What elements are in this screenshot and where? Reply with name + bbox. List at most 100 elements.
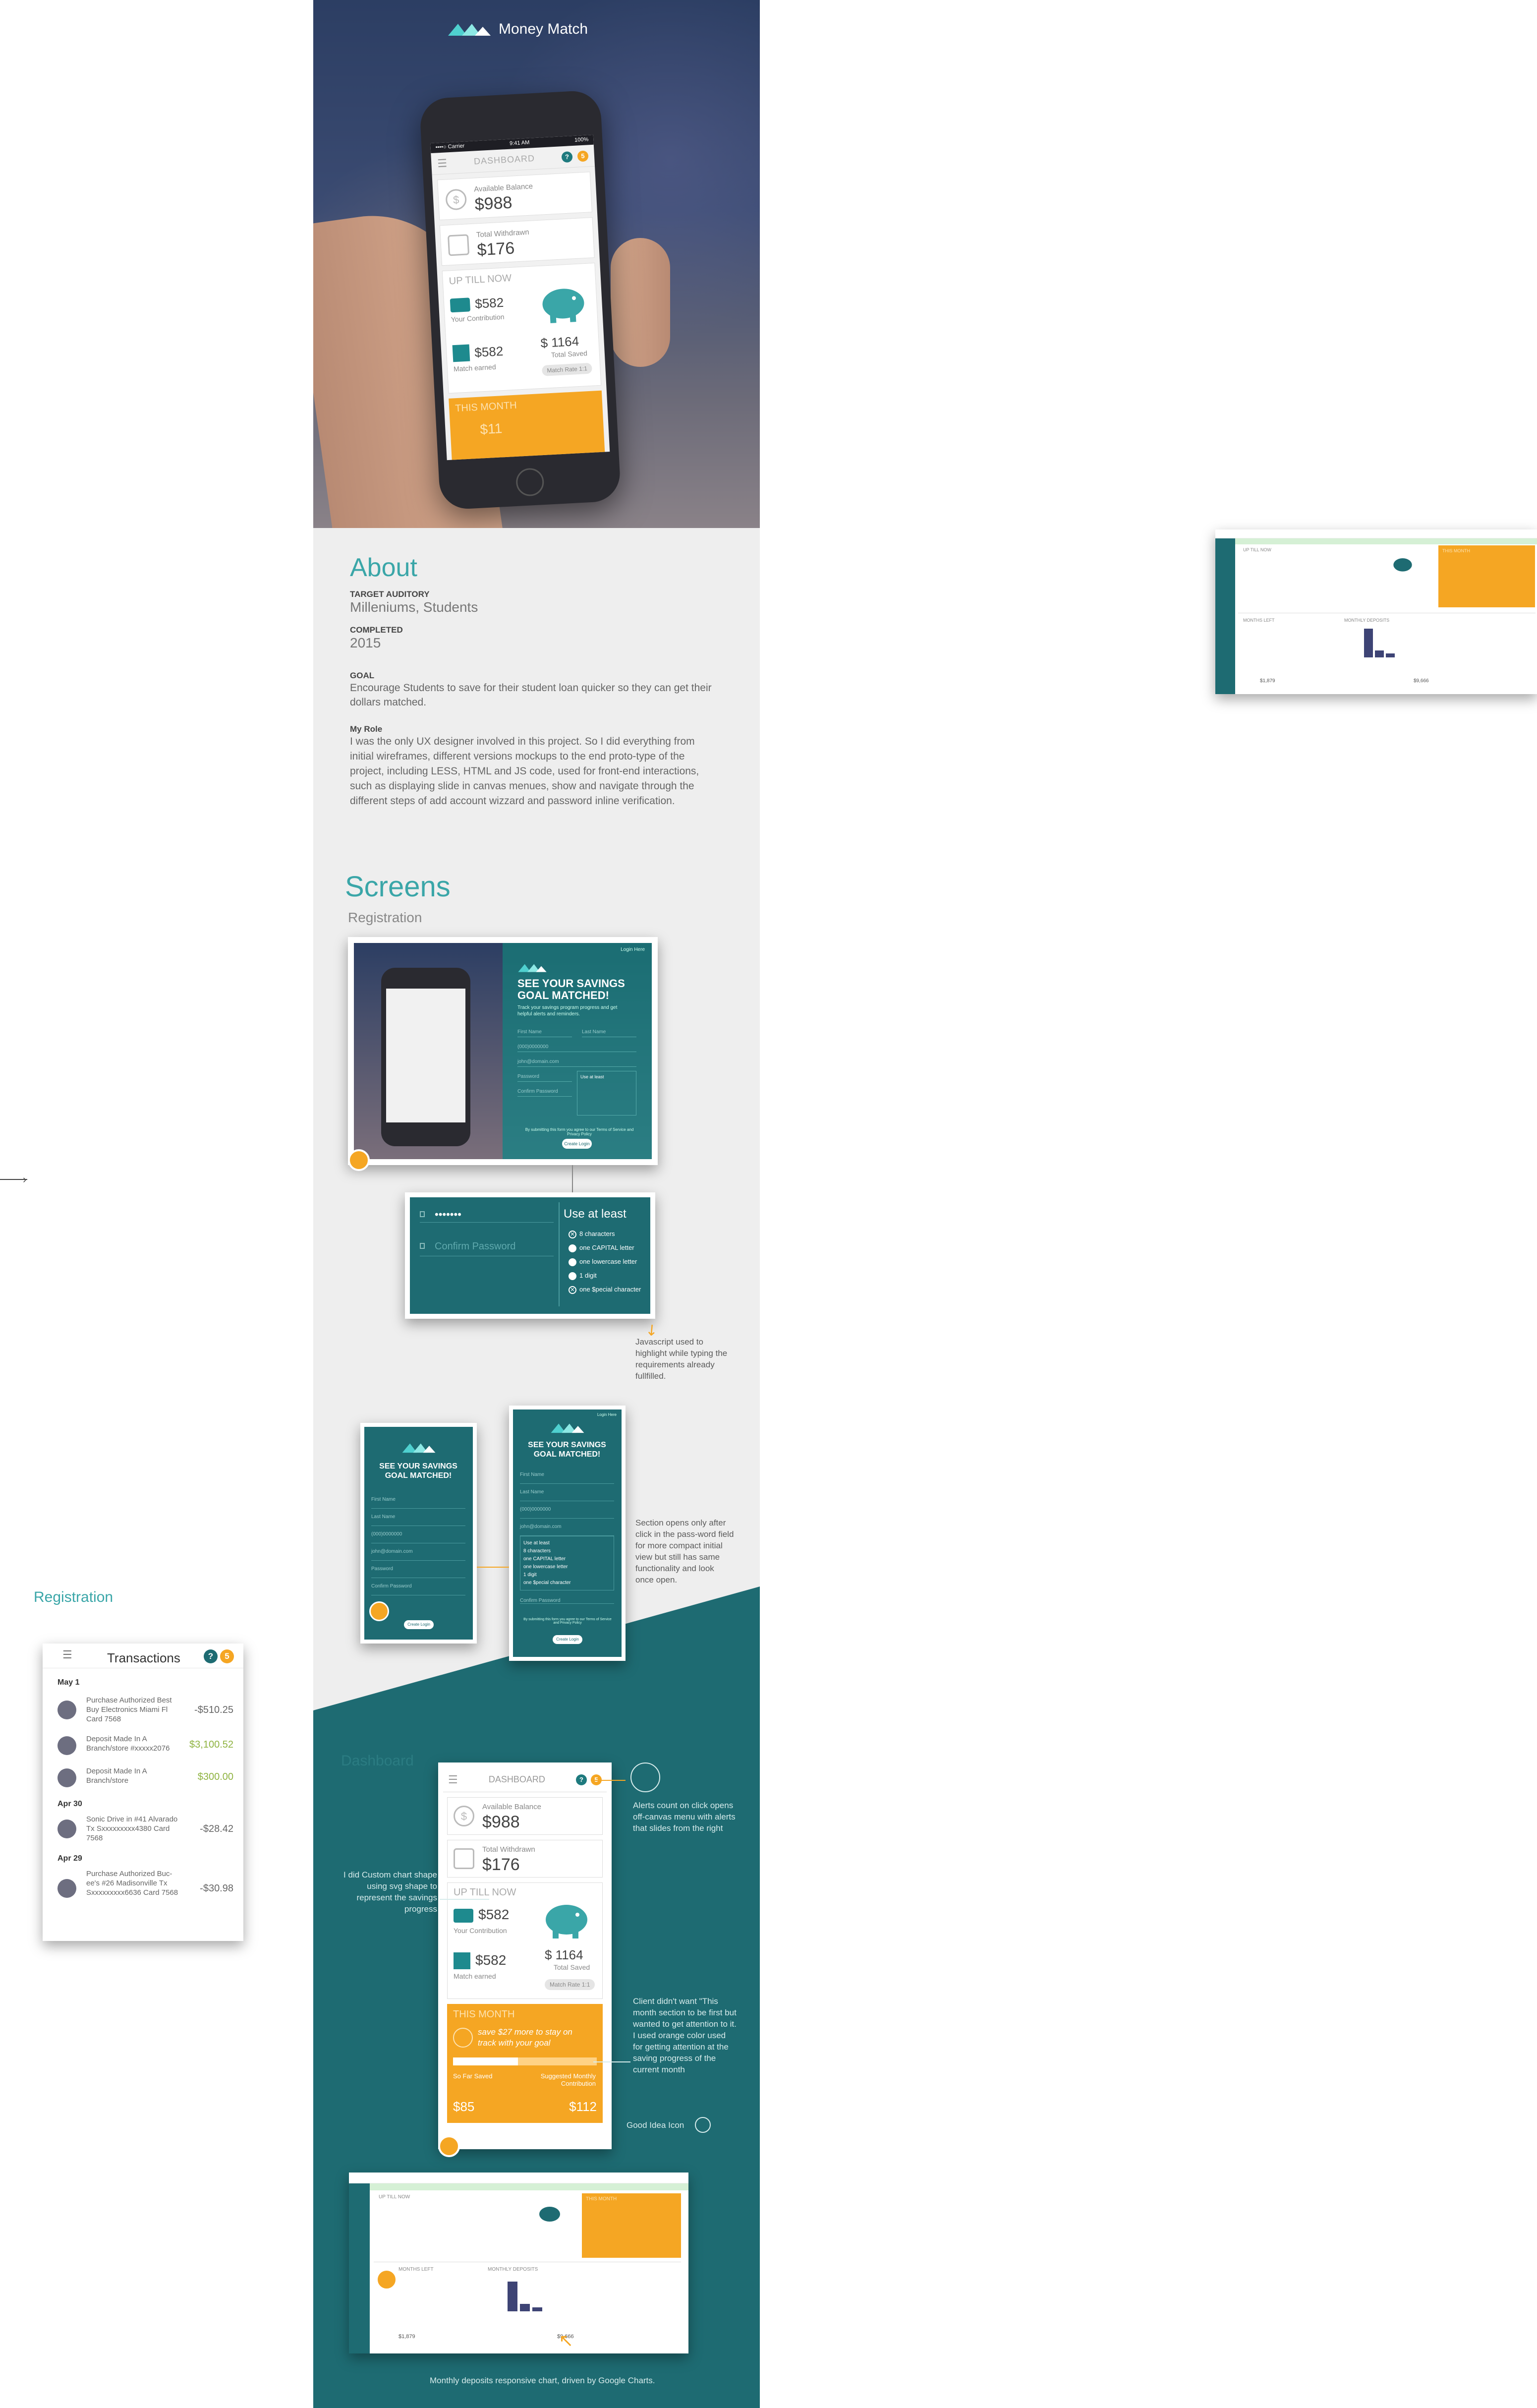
tx-row-5[interactable]: Purchase Authorized Buc-ee's #26 Madison… — [57, 1869, 233, 1909]
m2-requirements-box: Use at least 8 characters one CAPITAL le… — [520, 1536, 614, 1590]
m-first-name[interactable]: First Name — [371, 1491, 465, 1509]
dash-match-rate: Match Rate 1:1 — [545, 1979, 595, 1990]
password-field[interactable]: Password — [517, 1072, 572, 1082]
email-field[interactable]: john@domain.com — [517, 1057, 636, 1067]
tx-row-4-amount: -$28.42 — [200, 1823, 233, 1834]
status-carrier: ••••○ Carrier — [435, 143, 465, 151]
last-name-field[interactable]: Last Name — [582, 1027, 636, 1037]
m-email[interactable]: john@domain.com — [371, 1543, 465, 1561]
dash-piggy-bank-icon — [546, 1905, 587, 1938]
tx-row-1[interactable]: Purchase Authorized Best Buy Electronics… — [57, 1696, 233, 1725]
tx-row-5-amount: -$30.98 — [200, 1883, 233, 1894]
tx-row-4-desc: Sonic Drive in #41 Alvarado Tx Sxxxxxxxx… — [86, 1815, 178, 1842]
m2-terms: By submitting this form you agree to our… — [523, 1618, 612, 1625]
req-8-characters: 8 characters — [579, 1230, 615, 1237]
m2-req-1: one CAPITAL letter — [523, 1556, 566, 1562]
tx-row-5-icon — [57, 1879, 76, 1898]
good-idea-note-icon — [695, 2117, 711, 2133]
registration-subheading: Registration — [348, 910, 422, 925]
finger-shape — [611, 238, 670, 367]
dash-gift-icon — [454, 1952, 470, 1969]
thumb-alert-bar — [1235, 538, 1537, 544]
side-registration-label: Registration — [34, 1589, 114, 1605]
m-confirm[interactable]: Confirm Password — [371, 1578, 465, 1595]
mobile-headline: SEE YOUR SAVINGS GOAL MATCHED! — [379, 1462, 457, 1480]
m2-email[interactable]: john@domain.com — [520, 1519, 614, 1536]
m2-phone[interactable]: (000)0000000 — [520, 1501, 614, 1519]
m-phone[interactable]: (000)0000000 — [371, 1526, 465, 1543]
password-underline — [420, 1222, 554, 1223]
m2-last-name[interactable]: Last Name — [520, 1484, 614, 1501]
confirm-password-placeholder[interactable]: Confirm Password — [435, 1241, 515, 1252]
use-at-least-label: Use at least — [564, 1207, 626, 1221]
m-password[interactable]: Password — [371, 1561, 465, 1578]
alerts-badge[interactable]: 5 — [577, 150, 589, 162]
dash-progress-track — [453, 2057, 597, 2065]
m2-fields: First Name Last Name (000)0000000 john@d… — [520, 1467, 614, 1536]
phone-field[interactable]: (000)0000000 — [517, 1042, 636, 1052]
m2-confirm[interactable]: Confirm Password — [520, 1598, 614, 1604]
tx-alerts-badge[interactable]: 5 — [220, 1649, 234, 1663]
hero-phone: ••••○ Carrier 9:41 AM 100% ☰ DASHBOARD ?… — [419, 90, 622, 510]
reg-subtext: Track your savings program progress and … — [517, 1005, 618, 1017]
tx-date-may1: May 1 — [57, 1678, 80, 1687]
dollar-icon: $ — [445, 188, 467, 211]
completed-label: COMPLETED — [350, 625, 403, 635]
reg-phone — [381, 968, 470, 1146]
m2-login-link[interactable]: Login Here — [597, 1412, 617, 1417]
hero-phone-screen: ••••○ Carrier 9:41 AM 100% ☰ DASHBOARD ?… — [430, 134, 610, 461]
tx-row-3-desc: Deposit Made In A Branch/store — [86, 1767, 147, 1785]
hero-section: Money Match ••••○ Carrier 9:41 AM 100% ☰… — [313, 0, 760, 528]
thumb-up-till-now: UP TILL NOW — [1243, 547, 1271, 552]
tx-row-3[interactable]: Deposit Made In A Branch/store $300.00 — [57, 1766, 233, 1791]
dd-device-icon — [376, 2269, 397, 2290]
thumb-total-a: $1,879 — [1260, 678, 1275, 684]
contribution-label: Your Contribution — [451, 312, 505, 324]
home-button — [515, 468, 545, 497]
password-value: ••••••• — [435, 1208, 461, 1221]
tx-menu-icon[interactable]: ☰ — [62, 1648, 72, 1661]
m2-create-button[interactable]: Create Login — [553, 1635, 582, 1644]
thumb-bar-3 — [1386, 653, 1395, 657]
status-battery: 100% — [574, 136, 589, 143]
tx-date-apr29: Apr 29 — [57, 1854, 82, 1863]
completed-value: 2015 — [350, 635, 381, 650]
wallet-icon — [450, 297, 471, 313]
mini-requirements-box: Use at least — [577, 1071, 636, 1116]
tx-row-4[interactable]: Sonic Drive in #41 Alvarado Tx Sxxxxxxxx… — [57, 1815, 233, 1844]
monthly-chart-note: Monthly deposits responsive chart, drive… — [430, 2376, 655, 2385]
section-opens-note: Section opens only after click in the pa… — [635, 1518, 734, 1585]
first-name-field[interactable]: First Name — [517, 1027, 572, 1037]
m2-use-at-least: Use at least — [523, 1540, 550, 1546]
reg-login-link[interactable]: Login Here — [621, 947, 645, 952]
tx-help-badge[interactable]: ? — [204, 1649, 218, 1663]
available-balance-card: $ Available Balance $988 — [437, 172, 592, 221]
dash-available-label: Available Balance — [482, 1803, 541, 1811]
m-create-button[interactable]: Create Login — [404, 1620, 434, 1629]
confirm-password-field[interactable]: Confirm Password — [517, 1087, 572, 1097]
up-till-now-card: UP TILL NOW $582 Your Contribution $582 … — [442, 263, 602, 394]
thumb-this-month-card: THIS MONTH — [1438, 545, 1535, 607]
this-month-card: THIS MONTH $11 — [449, 390, 605, 461]
client-wanted-note: Client didn't want "This month section t… — [633, 1997, 737, 2074]
this-month-label: THIS MONTH — [455, 400, 517, 414]
menu-icon[interactable]: ☰ — [437, 157, 448, 170]
thumb-piggy-icon — [1393, 558, 1412, 572]
dash-withdrawn-label: Total Withdrawn — [482, 1845, 535, 1854]
thumb-sidebar — [1215, 538, 1235, 694]
role-text: I was the only UX designer involved in t… — [350, 736, 699, 807]
dash-atm-icon — [454, 1848, 474, 1869]
help-badge[interactable]: ? — [561, 151, 573, 163]
m2-first-name[interactable]: First Name — [520, 1467, 614, 1484]
m-last-name[interactable]: Last Name — [371, 1509, 465, 1526]
match-label: Match earned — [453, 362, 497, 373]
tx-row-1-icon — [57, 1701, 76, 1719]
create-login-button[interactable]: Create Login — [562, 1139, 592, 1149]
dash-help-badge[interactable]: ? — [576, 1774, 587, 1785]
dash-menu-icon[interactable]: ☰ — [448, 1773, 458, 1786]
tx-row-2[interactable]: Deposit Made In A Branch/store #xxxxx207… — [57, 1734, 233, 1759]
thumb-months-left: MONTHS LEFT — [1243, 618, 1275, 623]
dash-available-value: $988 — [482, 1813, 520, 1831]
dash-so-far-value: $85 — [453, 2099, 475, 2114]
withdrawn-label: Total Withdrawn — [476, 228, 530, 239]
